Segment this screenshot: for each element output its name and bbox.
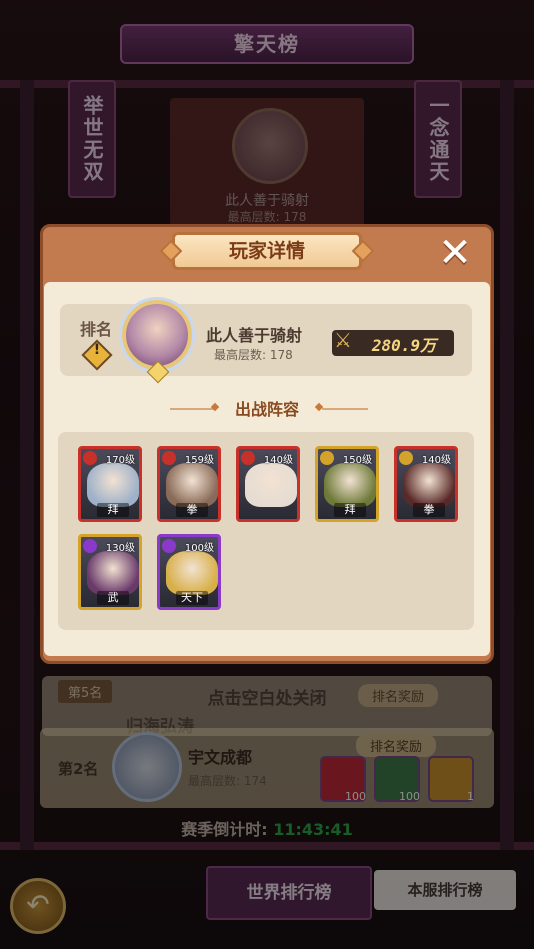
hero-faction-icon (162, 539, 176, 553)
hero-portrait (166, 463, 218, 507)
hero-faction-icon (320, 451, 334, 465)
crossed-swords-icon: ⚔ (334, 328, 352, 352)
hero-class-tag: 武 (97, 591, 129, 605)
hero-card[interactable]: 100级天下 (157, 534, 221, 610)
hero-portrait (245, 463, 297, 507)
hero-level: 130级 (105, 543, 135, 554)
hero-class-tag: 拳 (413, 503, 445, 517)
hero-portrait (87, 551, 139, 595)
player-floor: 最高层数: 178 (214, 348, 293, 362)
hero-level: 159级 (184, 455, 214, 466)
hero-level: 100级 (184, 543, 214, 554)
hero-card[interactable]: 140级 (236, 446, 300, 522)
hero-faction-icon (83, 539, 97, 553)
hero-card[interactable]: 159级拳 (157, 446, 221, 522)
lineup-title: 出战阵容 (234, 400, 299, 419)
hero-faction-icon (241, 451, 255, 465)
hero-card[interactable]: 130级武 (78, 534, 142, 610)
player-avatar (122, 300, 192, 370)
hero-faction-icon (162, 451, 176, 465)
close-hint: 点击空白处关闭 (207, 689, 327, 709)
hero-portrait (166, 551, 218, 595)
modal-title: 玩家详情 (172, 232, 362, 270)
combat-power: 280.9万 (371, 336, 437, 355)
hero-faction-icon (399, 451, 413, 465)
section-divider-right (322, 408, 368, 410)
hero-class-tag: 拜 (334, 503, 366, 517)
player-name: 此人善于骑射 (206, 326, 303, 345)
hero-class-tag: 天下 (176, 591, 208, 605)
rank-label: 排名 (80, 320, 113, 339)
hero-portrait (87, 463, 139, 507)
hero-card[interactable]: 150级拜 (315, 446, 379, 522)
hero-card[interactable]: 140级拳 (394, 446, 458, 522)
hero-class-tag: 拜 (97, 503, 129, 517)
hero-faction-icon (83, 451, 97, 465)
hero-level: 150级 (342, 455, 372, 466)
hero-level: 170级 (105, 455, 135, 466)
hero-level: 140级 (421, 455, 451, 466)
hero-portrait (324, 463, 376, 507)
hero-card[interactable]: 170级拜 (78, 446, 142, 522)
rank-badge-glyph: ! (93, 342, 101, 358)
hero-portrait (403, 463, 455, 507)
hero-class-tag: 拳 (176, 503, 208, 517)
hero-level: 140级 (263, 455, 293, 466)
close-icon[interactable]: ✕ (436, 233, 474, 273)
